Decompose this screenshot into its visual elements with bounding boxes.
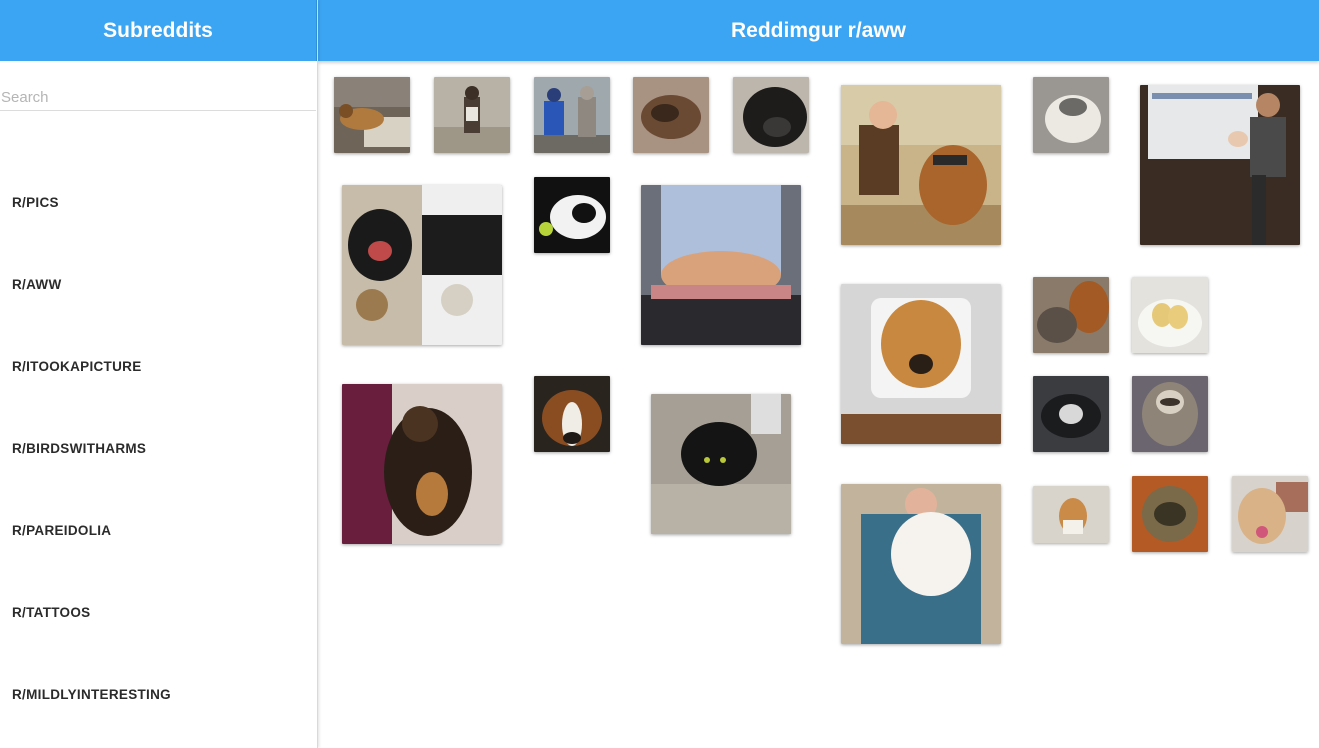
black-dogs-with-toys-image[interactable] <box>342 185 502 345</box>
puppy-with-ball-image[interactable] <box>534 177 610 253</box>
dog-lying-on-bed-image[interactable] <box>334 77 410 153</box>
black-cat-outdoors-image[interactable] <box>651 394 791 534</box>
search-field <box>0 84 316 111</box>
search-input[interactable] <box>0 84 316 110</box>
app-window: Subreddits R/PICS R/AWW R/ITOOKAPICTURE … <box>0 0 1319 748</box>
subreddit-item-aww[interactable]: R/AWW <box>0 244 316 326</box>
cats-and-boxer-image[interactable] <box>1033 277 1109 353</box>
calico-cat-held-image[interactable] <box>342 384 502 544</box>
cat-in-car-image[interactable] <box>1033 376 1109 452</box>
cat-by-window-image[interactable] <box>641 185 801 345</box>
sidebar: Subreddits R/PICS R/AWW R/ITOOKAPICTURE … <box>0 0 318 748</box>
sloth-image[interactable] <box>1132 376 1208 452</box>
subreddit-list: R/PICS R/AWW R/ITOOKAPICTURE R/BIRDSWITH… <box>0 162 316 736</box>
ducklings-in-bowl-image[interactable] <box>1132 277 1208 353</box>
subreddit-item-mildlyinteresting[interactable]: R/MILDLYINTERESTING <box>0 654 316 736</box>
dog-curled-up-image[interactable] <box>633 77 709 153</box>
sidebar-title: Subreddits <box>0 0 317 61</box>
child-with-husky-image[interactable] <box>534 77 610 153</box>
subreddit-item-tattoos[interactable]: R/TATTOOS <box>0 572 316 654</box>
happy-lab-image[interactable] <box>1232 476 1308 552</box>
subreddit-item-birdswitharms[interactable]: R/BIRDSWITHARMS <box>0 408 316 490</box>
puppy-in-food-bowl-image[interactable] <box>1132 476 1208 552</box>
beagle-face-image[interactable] <box>534 376 610 452</box>
corgi-puppy-image[interactable] <box>1033 486 1109 543</box>
dog-standing-on-street-image[interactable] <box>434 77 510 153</box>
husky-puppy-image[interactable] <box>1033 77 1109 153</box>
man-holding-white-cat-image[interactable] <box>841 484 1001 644</box>
boy-with-dog-image[interactable] <box>841 85 1001 245</box>
page-title: Reddimgur r/aww <box>318 0 1319 61</box>
subreddit-item-pareidolia[interactable]: R/PAREIDOLIA <box>0 490 316 572</box>
subreddit-item-pics[interactable]: R/PICS <box>0 162 316 244</box>
dog-in-cat-door-image[interactable] <box>841 284 1001 444</box>
image-gallery <box>318 61 1319 748</box>
man-with-baby-presentation-image[interactable] <box>1140 85 1300 245</box>
black-dog-closeup-image[interactable] <box>733 77 809 153</box>
subreddit-item-itookapicture[interactable]: R/ITOOKAPICTURE <box>0 326 316 408</box>
